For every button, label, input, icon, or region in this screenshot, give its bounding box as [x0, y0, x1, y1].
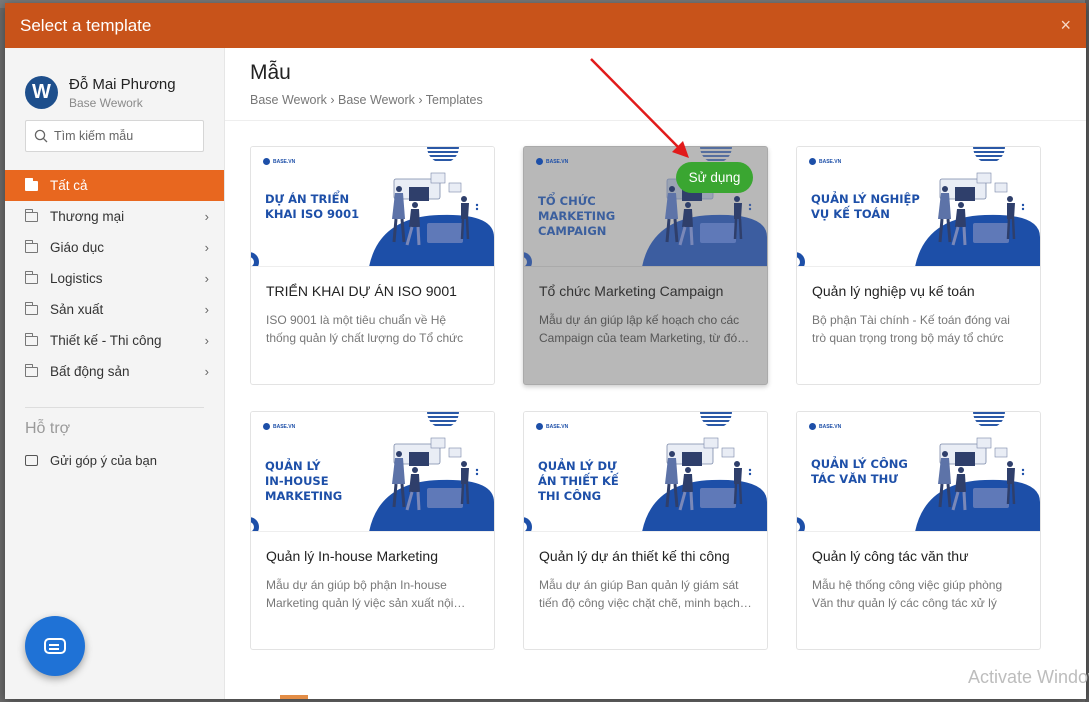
folder-icon	[24, 332, 38, 346]
folder-icon	[24, 177, 38, 191]
template-thumbnail: BASE.VN DỰ ÁN TRIỂN KHAI ISO 9001	[251, 147, 494, 267]
sidebar-item-label: Sản xuất	[50, 302, 104, 317]
sidebar-item-6[interactable]: Bất động sản ›	[5, 356, 224, 387]
template-card[interactable]: BASE.VN QUẢN LÝ CÔNG TÁC VĂN THƯ Quản lý cô…	[796, 411, 1041, 650]
template-thumbnail: BASE.VN QUẢN LÝ DỰ ÁN THIẾT KẾ THI CÔNG	[524, 412, 767, 532]
profile: W Đỗ Mai Phương Base Wework	[5, 48, 224, 120]
template-thumbnail: BASE.VN QUẢN LÝ CÔNG TÁC VĂN THƯ	[797, 412, 1040, 532]
sidebar-divider	[25, 407, 204, 408]
base-logo-icon: W	[25, 76, 58, 109]
feedback-label: Gửi góp ý của bạn	[50, 452, 157, 468]
template-card[interactable]: BASE.VN DỰ ÁN TRIỂN KHAI ISO 9001 TRIỂN KHA…	[250, 146, 495, 385]
template-description: Bộ phận Tài chính - Kế toán đóng vai trò…	[812, 313, 1010, 345]
sidebar-item-1[interactable]: Thương mại ›	[5, 201, 224, 232]
modal-header: Select a template ×	[5, 3, 1086, 48]
folder-icon	[24, 301, 38, 315]
template-card[interactable]: BASE.VN QUẢN LÝ DỰ ÁN THIẾT KẾ THI CÔNG Quản…	[523, 411, 768, 650]
template-title: Quản lý In-house Marketing	[266, 548, 438, 564]
feedback-link[interactable]: Gửi góp ý của bạn	[5, 448, 224, 472]
sidebar-item-label: Thiết kế - Thi công	[50, 333, 162, 348]
sidebar-item-4[interactable]: Sản xuất ›	[5, 294, 224, 325]
main-header: Mẫu Base Wework › Base Wework › Template…	[225, 48, 1086, 121]
sidebar-item-label: Tất cả	[50, 178, 88, 193]
card-body: TRIỂN KHAI DỰ ÁN ISO 9001 ISO 9001 là một…	[251, 267, 494, 347]
template-title: Quản lý nghiệp vụ kế toán	[812, 283, 975, 299]
template-grid: BASE.VN DỰ ÁN TRIỂN KHAI ISO 9001 TRIỂN KHA…	[250, 146, 1041, 650]
breadcrumb: Base Wework › Base Wework › Templates	[250, 93, 483, 107]
team-illustration-icon	[251, 147, 494, 266]
team-illustration-icon	[524, 412, 767, 531]
card-body: Tổ chức Marketing Campaign Mẫu dự án giúp…	[524, 267, 767, 347]
sidebar: W Đỗ Mai Phương Base Wework Tất cả Thương…	[5, 48, 225, 699]
close-icon[interactable]: ×	[1060, 15, 1071, 36]
template-title: TRIỂN KHAI DỰ ÁN ISO 9001	[266, 283, 457, 299]
chat-button[interactable]	[25, 616, 85, 676]
template-card[interactable]: BASE.VN QUẢN LÝ IN-HOUSE MARKETING Quản lý I…	[250, 411, 495, 650]
search-icon	[34, 129, 48, 143]
folder-icon	[24, 270, 38, 284]
sidebar-item-label: Bất động sản	[50, 364, 130, 379]
folder-icon	[24, 208, 38, 222]
support-title: Hỗ trợ	[25, 420, 71, 437]
modal-title: Select a template	[20, 15, 152, 35]
team-illustration-icon	[797, 147, 1040, 266]
card-body: Quản lý nghiệp vụ kế toán Bộ phận Tài chí…	[797, 267, 1040, 347]
team-illustration-icon	[797, 412, 1040, 531]
template-description: Mẫu dự án giúp bộ phận In-house Marketin…	[266, 578, 466, 610]
template-card[interactable]: BASE.VN QUẢN LÝ NGHIỆP VỤ KẾ TOÁN Quản lý n…	[796, 146, 1041, 385]
message-icon	[25, 454, 38, 466]
background-orange-mark	[280, 695, 308, 699]
template-thumbnail: BASE.VN QUẢN LÝ NGHIỆP VỤ KẾ TOÁN	[797, 147, 1040, 267]
chat-icon	[44, 638, 66, 654]
template-description: Mẫu dự án giúp Ban quản lý giám sát tiến…	[539, 578, 752, 610]
card-body: Quản lý In-house Marketing Mẫu dự án giúp…	[251, 532, 494, 612]
folder-icon	[24, 363, 38, 377]
chevron-right-icon: ›	[204, 333, 209, 348]
template-title: Quản lý dự án thiết kế thi công	[539, 548, 730, 564]
template-title: Quản lý công tác văn thư	[812, 548, 969, 564]
main-content: Mẫu Base Wework › Base Wework › Template…	[225, 48, 1086, 699]
card-body: Quản lý dự án thiết kế thi công Mẫu dự án…	[524, 532, 767, 612]
chevron-right-icon: ›	[204, 271, 209, 286]
sidebar-item-2[interactable]: Giáo dục ›	[5, 232, 224, 263]
template-modal: Select a template × W Đỗ Mai Phương Base…	[5, 3, 1086, 699]
use-template-button[interactable]: Sử dụng	[676, 162, 753, 193]
template-title: Tổ chức Marketing Campaign	[539, 283, 724, 299]
chevron-right-icon: ›	[204, 240, 209, 255]
folder-icon	[24, 239, 38, 253]
category-list: Tất cả Thương mại › Giáo dục › Logistics › Sản …	[5, 170, 224, 387]
search-box[interactable]	[25, 120, 204, 152]
card-body: Quản lý công tác văn thư Mẫu hệ thống côn…	[797, 532, 1040, 612]
sidebar-item-label: Thương mại	[50, 209, 125, 224]
profile-org: Base Wework	[69, 95, 143, 110]
modal-body: W Đỗ Mai Phương Base Wework Tất cả Thương…	[5, 48, 1086, 699]
team-illustration-icon	[251, 412, 494, 531]
sidebar-item-3[interactable]: Logistics ›	[5, 263, 224, 294]
template-thumbnail: BASE.VN QUẢN LÝ IN-HOUSE MARKETING	[251, 412, 494, 532]
template-card[interactable]: BASE.VN TỔ CHỨC MARKETING CAMPAIGN Sử dụng Tổ…	[523, 146, 768, 385]
sidebar-item-label: Giáo dục	[50, 240, 105, 255]
profile-name: Đỗ Mai Phương	[69, 75, 176, 93]
page-title: Mẫu	[250, 61, 291, 84]
template-description: Mẫu hệ thống công việc giúp phòng Văn th…	[812, 578, 1003, 610]
template-description: Mẫu dự án giúp lập kế hoạch cho các Camp…	[539, 313, 750, 345]
chevron-right-icon: ›	[204, 302, 209, 317]
chevron-right-icon: ›	[204, 209, 209, 224]
template-description: ISO 9001 là một tiêu chuẩn về Hệ thống q…	[266, 313, 464, 345]
sidebar-item-label: Logistics	[50, 271, 103, 286]
chevron-right-icon: ›	[204, 364, 209, 379]
search-input[interactable]	[54, 129, 194, 143]
sidebar-item-5[interactable]: Thiết kế - Thi công ›	[5, 325, 224, 356]
sidebar-item-0[interactable]: Tất cả	[5, 170, 224, 201]
